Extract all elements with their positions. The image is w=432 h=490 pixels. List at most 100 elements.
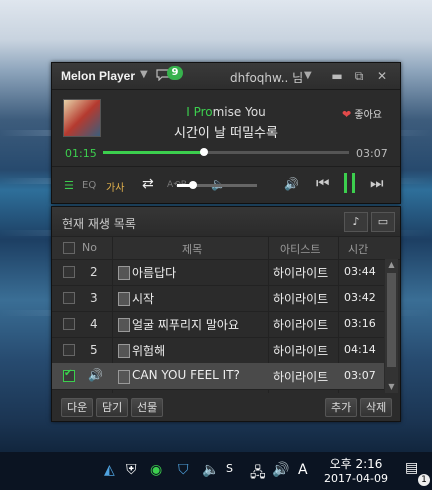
playlist-row[interactable]: 4 얼굴 찌푸리지 말아요 하이라이트 03:16 — [52, 311, 384, 338]
notification-icon[interactable]: ▤ — [405, 460, 418, 476]
notification-count: 1 — [418, 474, 430, 486]
row-time: 04:14 — [344, 343, 376, 356]
playlist-panel: 현재 재생 목록 ♪ ▭ No 제목 아티스트 시간 2 아름답다 하이라이트 03:… — [51, 206, 401, 422]
mini-mode-icon[interactable]: ⧉ — [350, 67, 368, 85]
speaker-icon[interactable]: 🔊 — [272, 462, 289, 478]
video-list-icon[interactable]: ▭ — [371, 212, 395, 232]
add-to-button[interactable]: 담기 — [96, 398, 129, 417]
row-time: 03:07 — [344, 369, 376, 382]
next-icon[interactable]: ⏭ — [370, 174, 384, 192]
heart-icon: ❤ — [342, 108, 352, 121]
player-window: Melon Player ▼ 9 dhfoqhw.. 님 ▼ ▬ ⧉ ✕ I P… — [51, 62, 401, 204]
row-time: 03:44 — [344, 265, 376, 278]
user-dropdown-icon[interactable]: ▼ — [304, 70, 312, 81]
volume-slider[interactable] — [177, 181, 257, 189]
song-subtitle: 시간이 날 떠밀수록 — [174, 126, 278, 141]
download-button[interactable]: 다운 — [61, 398, 94, 417]
row-title: 위험해 — [132, 344, 166, 358]
close-icon[interactable]: ✕ — [373, 67, 391, 85]
row-time: 03:16 — [344, 317, 376, 330]
playlist-row[interactable]: 3 시작 하이라이트 03:42 — [52, 285, 384, 312]
column-artist[interactable]: 아티스트 — [280, 241, 320, 257]
delete-button[interactable]: 삭제 — [360, 398, 393, 417]
now-playing-icon: 🔊 — [88, 368, 103, 382]
volume-high-icon[interactable]: 🔊 — [284, 177, 299, 191]
s-tray-icon[interactable]: S — [226, 462, 233, 475]
row-time: 03:42 — [344, 291, 376, 304]
song-title-highlight: I Pro — [186, 105, 213, 119]
row-checkbox[interactable] — [63, 292, 75, 304]
melon-tray-icon[interactable]: ◉ — [150, 462, 162, 478]
row-checkbox[interactable] — [63, 318, 75, 330]
ime-indicator[interactable]: A — [298, 462, 308, 478]
row-number: 2 — [90, 265, 98, 279]
playlist-header: 현재 재생 목록 ♪ ▭ — [52, 207, 400, 235]
music-list-icon[interactable]: ♪ — [344, 212, 368, 232]
file-icon — [118, 344, 130, 358]
repeat-icon[interactable]: ⇄ — [142, 176, 154, 192]
column-no[interactable]: No — [82, 241, 97, 254]
playlist-row[interactable]: 🔊 CAN YOU FEEL IT? 하이라이트 03:07 — [52, 363, 384, 390]
scroll-up-icon[interactable]: ▲ — [385, 259, 398, 271]
pause-icon[interactable] — [343, 173, 357, 193]
divider — [52, 166, 400, 167]
security-icon[interactable]: ⛉ — [178, 462, 189, 478]
row-checkbox[interactable] — [63, 266, 75, 278]
current-time: 01:15 — [65, 147, 97, 160]
eq-button[interactable]: EQ — [82, 180, 96, 191]
column-header: No 제목 아티스트 시간 — [52, 236, 400, 260]
row-title: 시작 — [132, 292, 155, 306]
row-number: 4 — [90, 317, 98, 331]
scroll-down-icon[interactable]: ▼ — [385, 381, 398, 393]
playlist-title: 현재 재생 목록 — [62, 217, 136, 231]
select-all-checkbox[interactable] — [63, 242, 75, 254]
network-icon[interactable]: 🖧 — [250, 462, 266, 486]
playlist-row[interactable]: 2 아름답다 하이라이트 03:44 — [52, 259, 384, 286]
scroll-thumb[interactable] — [387, 273, 396, 367]
row-artist: 하이라이트 — [273, 266, 329, 280]
like-button[interactable]: ❤ 좋아요 — [342, 106, 382, 121]
volume-alert-icon[interactable]: 🔈 — [202, 462, 219, 478]
onedrive-icon[interactable]: ◭ — [104, 462, 115, 478]
row-artist: 하이라이트 — [273, 292, 329, 306]
chat-count-badge: 9 — [167, 66, 183, 80]
row-checkbox[interactable] — [63, 368, 75, 382]
row-title: CAN YOU FEEL IT? — [132, 368, 240, 382]
total-time: 03:07 — [356, 147, 388, 160]
add-button[interactable]: 추가 — [325, 398, 358, 417]
file-icon — [118, 266, 130, 280]
row-artist: 하이라이트 — [273, 318, 329, 332]
seek-bar-fill — [103, 151, 204, 154]
playlist-row[interactable]: 5 위험해 하이라이트 04:14 — [52, 337, 384, 364]
previous-icon[interactable]: ⏮ — [316, 174, 330, 192]
row-title: 얼굴 찌푸리지 말아요 — [132, 318, 239, 332]
volume-handle[interactable] — [189, 181, 197, 189]
column-title[interactable]: 제목 — [182, 241, 202, 257]
song-title-rest: mise You — [212, 105, 266, 119]
file-icon — [118, 292, 130, 306]
playlist-scrollbar[interactable]: ▲ ▼ — [385, 259, 398, 393]
row-number: 3 — [90, 291, 98, 305]
seek-bar[interactable] — [103, 148, 349, 156]
user-name[interactable]: dhfoqhw.. 님 — [230, 69, 303, 86]
like-label: 좋아요 — [354, 110, 383, 121]
row-artist: 하이라이트 — [273, 344, 329, 358]
row-number: 5 — [90, 343, 98, 357]
seek-handle[interactable] — [199, 148, 208, 156]
player-titlebar[interactable]: Melon Player ▼ 9 dhfoqhw.. 님 ▼ ▬ ⧉ ✕ — [52, 63, 400, 90]
file-icon — [118, 370, 130, 384]
clock-time[interactable]: 오후 2:16 — [324, 455, 388, 472]
menu-dropdown-icon[interactable]: ▼ — [140, 69, 148, 80]
column-time[interactable]: 시간 — [348, 241, 368, 257]
row-artist: 하이라이트 — [273, 370, 329, 384]
row-checkbox[interactable] — [63, 344, 75, 356]
row-title: 아름답다 — [132, 266, 177, 280]
gift-button[interactable]: 선물 — [131, 398, 164, 417]
list-icon[interactable]: ☰ — [64, 179, 74, 192]
lyrics-button[interactable]: 가사 — [106, 179, 124, 194]
clock-date[interactable]: 2017-04-09 — [316, 472, 396, 485]
app-name: Melon Player — [61, 69, 136, 83]
minimize-icon[interactable]: ▬ — [328, 67, 346, 85]
file-icon — [118, 318, 130, 332]
shield-icon[interactable]: ⛨ — [126, 462, 137, 478]
